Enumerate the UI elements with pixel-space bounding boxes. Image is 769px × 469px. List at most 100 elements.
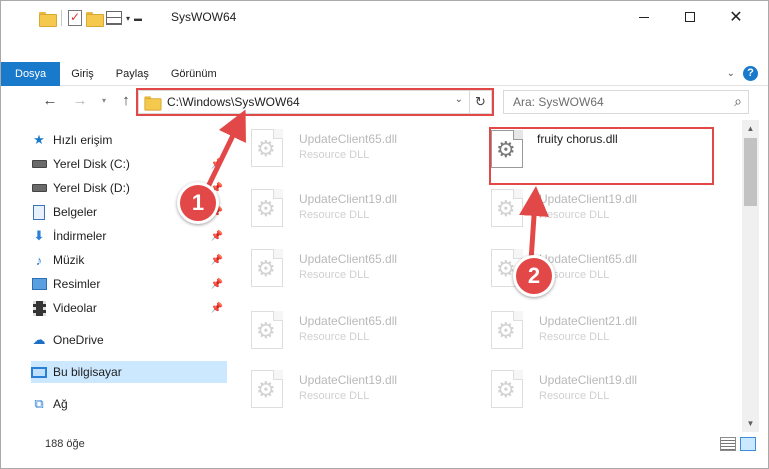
details-view-icon[interactable] [720, 437, 736, 451]
file-name: UpdateClient19.dll [299, 192, 398, 206]
file-type: Resource DLL [539, 331, 610, 343]
file-type: Resource DLL [299, 331, 370, 343]
gear-icon: ⚙ [496, 318, 516, 343]
toolbar-divider [61, 10, 62, 26]
minimize-icon [639, 16, 649, 18]
sidebar-item-label: Yerel Disk (C:) [53, 157, 130, 171]
gear-icon: ⚙ [256, 377, 276, 402]
up-button[interactable]: ↑ [117, 92, 135, 110]
downloads-icon: ⬇ [33, 228, 45, 243]
scroll-down-icon[interactable]: ▼ [742, 415, 759, 432]
file-item[interactable]: ⚙ UpdateClient19.dll Resource DLL [475, 182, 675, 232]
window-title: SysWOW64 [171, 10, 237, 24]
minimize-button[interactable] [621, 1, 667, 33]
file-explorer-window: ▾ ▬ SysWOW64 ✕ Dosya Giriş Paylaş Görünü… [0, 0, 769, 469]
this-pc-icon [31, 364, 47, 380]
new-folder-icon[interactable] [86, 11, 104, 27]
file-name: UpdateClient65.dll [299, 314, 398, 328]
file-type: Resource DLL [299, 209, 370, 221]
vertical-scrollbar[interactable]: ▲ ▼ [742, 120, 759, 432]
recent-locations-icon[interactable]: ▾ [95, 92, 113, 110]
star-icon: ★ [33, 132, 45, 147]
tab-home[interactable]: Giriş [60, 62, 105, 86]
back-button[interactable]: ← [41, 92, 59, 110]
onedrive-icon: ☁ [32, 332, 46, 347]
file-item[interactable]: ⚙ UpdateClient65.dll Resource DLL [235, 242, 435, 292]
scroll-up-icon[interactable]: ▲ [742, 120, 759, 137]
navigation-pane: ★ Hızlı erişim Yerel Disk (C:) 📌 Yerel D… [31, 122, 227, 434]
drive-icon [31, 180, 47, 196]
status-bar: 188 öğe [1, 434, 768, 456]
tab-view[interactable]: Görünüm [160, 62, 228, 86]
properties-icon[interactable] [68, 10, 82, 26]
gear-icon: ⚙ [256, 256, 276, 281]
sidebar-item-label: Belgeler [53, 205, 98, 219]
drive-icon [31, 156, 47, 172]
sidebar-item-pictures[interactable]: Resimler 📌 [31, 273, 227, 295]
file-item[interactable]: ⚙ UpdateClient19.dll Resource DLL [235, 363, 435, 413]
file-item[interactable]: ⚙ UpdateClient19.dll Resource DLL [235, 182, 435, 232]
close-icon: ✕ [729, 9, 743, 26]
gear-icon: ⚙ [256, 196, 276, 221]
gear-icon: ⚙ [256, 136, 276, 161]
sidebar-item-downloads[interactable]: ⬇ İndirmeler 📌 [31, 225, 227, 247]
sidebar-item-local-disk-c[interactable]: Yerel Disk (C:) 📌 [31, 153, 227, 175]
pin-icon: 📌 [210, 302, 223, 314]
gear-icon: ⚙ [496, 196, 516, 221]
ribbon-tabs: Dosya Giriş Paylaş Görünüm [1, 62, 228, 86]
callout-badge-1: 1 [177, 182, 219, 224]
sidebar-item-this-pc[interactable]: Bu bilgisayar [31, 361, 227, 383]
sidebar-item-music[interactable]: ♪ Müzik 📌 [31, 249, 227, 271]
sidebar-item-label: Bu bilgisayar [53, 365, 122, 379]
sidebar-item-label: OneDrive [53, 333, 104, 347]
pin-icon: 📌 [210, 254, 223, 266]
file-type: Resource DLL [299, 269, 370, 281]
scrollbar-thumb[interactable] [744, 138, 757, 206]
expand-ribbon-icon[interactable]: ⌄ [727, 68, 735, 79]
file-name: UpdateClient19.dll [539, 192, 638, 206]
search-icon[interactable]: ⌕ [734, 93, 742, 110]
file-highlight [489, 127, 714, 185]
search-input[interactable]: Ara: SysWOW64 [513, 95, 604, 109]
address-bar-highlight [136, 88, 494, 116]
toolbar-overflow-icon[interactable]: ▬ [134, 14, 142, 23]
sidebar-item-label: Yerel Disk (D:) [53, 181, 130, 195]
tab-share[interactable]: Paylaş [105, 62, 160, 86]
quick-access-toolbar: ▾ ▬ [39, 9, 142, 27]
sidebar-item-label: Videolar [53, 301, 97, 315]
sidebar-item-label: Müzik [53, 253, 85, 267]
large-icons-view-icon[interactable] [740, 437, 756, 451]
sidebar-item-videos[interactable]: Videolar 📌 [31, 297, 227, 319]
view-switcher [720, 437, 756, 451]
file-item[interactable]: ⚙ UpdateClient19.dll Resource DLL [475, 363, 675, 413]
forward-button[interactable]: → [71, 92, 89, 110]
gear-icon: ⚙ [256, 318, 276, 343]
sidebar-item-label: Resimler [53, 277, 101, 291]
videos-icon [31, 300, 47, 316]
file-item[interactable]: ⚙ UpdateClient21.dll Resource DLL [475, 304, 675, 354]
documents-icon [31, 204, 47, 220]
help-icon[interactable]: ? [743, 66, 758, 81]
customize-toolbar-icon[interactable]: ▾ [126, 14, 130, 23]
sidebar-item-network[interactable]: ⧉ Ağ [31, 393, 227, 415]
sidebar-item-quick-access[interactable]: ★ Hızlı erişim [31, 129, 227, 151]
sidebar-item-label: İndirmeler [53, 229, 107, 243]
title-bar: ▾ ▬ SysWOW64 ✕ [1, 1, 768, 33]
file-type: Resource DLL [539, 209, 610, 221]
music-icon: ♪ [35, 252, 43, 268]
file-item[interactable]: ⚙ UpdateClient65.dll Resource DLL [475, 242, 675, 292]
close-button[interactable]: ✕ [713, 1, 759, 33]
sidebar-item-onedrive[interactable]: ☁ OneDrive [31, 329, 227, 351]
maximize-button[interactable] [667, 1, 713, 33]
file-name: UpdateClient19.dll [539, 373, 638, 387]
view-icon[interactable] [106, 11, 122, 25]
ribbon: Dosya Giriş Paylaş Görünüm ⌄ ? [1, 62, 768, 86]
file-item[interactable]: ⚙ UpdateClient65.dll Resource DLL [235, 122, 435, 172]
search-box[interactable]: Ara: SysWOW64 ⌕ [503, 90, 749, 114]
sidebar-item-label: Ağ [53, 397, 68, 411]
file-type: Resource DLL [299, 149, 370, 161]
file-item[interactable]: ⚙ UpdateClient65.dll Resource DLL [235, 304, 435, 354]
sidebar-item-label: Hızlı erişim [53, 133, 113, 147]
tab-file[interactable]: Dosya [1, 62, 61, 86]
item-count: 188 öğe [45, 438, 85, 450]
